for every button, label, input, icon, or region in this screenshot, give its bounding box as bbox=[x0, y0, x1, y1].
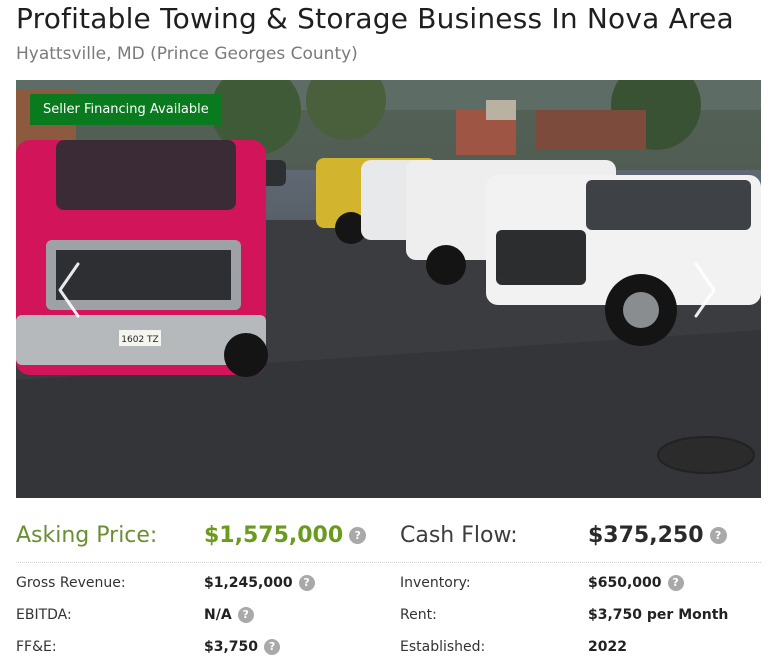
inventory-amount: $650,000 bbox=[588, 575, 662, 591]
ffe-value: $3,750 ? bbox=[204, 639, 281, 655]
chevron-left-icon bbox=[58, 262, 80, 318]
rent-amount: $3,750 per Month bbox=[588, 607, 729, 623]
ffe-label: FF&E: bbox=[16, 639, 57, 655]
photo-gallery[interactable]: 1602 TZ Seller Financing Available bbox=[16, 80, 761, 498]
help-icon[interactable]: ? bbox=[667, 575, 684, 591]
help-icon[interactable]: ? bbox=[709, 527, 727, 544]
ffe-amount: $3,750 bbox=[204, 639, 259, 655]
gross-revenue-value: $1,245,000 ? bbox=[204, 575, 315, 591]
ebitda-amount: N/A bbox=[204, 607, 232, 623]
asking-price-label: Asking Price: bbox=[16, 523, 158, 548]
rent-label: Rent: bbox=[400, 607, 437, 623]
help-icon[interactable]: ? bbox=[349, 527, 367, 544]
listing-location: Hyattsville, MD (Prince Georges County) bbox=[16, 44, 358, 64]
page-title: Profitable Towing & Storage Business In … bbox=[16, 2, 734, 35]
help-icon[interactable]: ? bbox=[237, 607, 254, 623]
established-label: Established: bbox=[400, 639, 486, 655]
cash-flow-amount: $375,250 bbox=[588, 523, 704, 548]
inventory-value: $650,000 ? bbox=[588, 575, 684, 591]
license-plate: 1602 TZ bbox=[121, 335, 158, 345]
ebitda-value: N/A ? bbox=[204, 607, 254, 623]
gallery-next-button[interactable] bbox=[684, 255, 724, 325]
established-value: 2022 bbox=[588, 639, 627, 655]
divider bbox=[16, 562, 761, 563]
asking-price-amount: $1,575,000 bbox=[204, 523, 344, 548]
chevron-right-icon bbox=[694, 262, 716, 318]
seller-financing-badge: Seller Financing Available bbox=[30, 94, 222, 125]
asking-price-value: $1,575,000 ? bbox=[204, 523, 367, 548]
cash-flow-value: $375,250 ? bbox=[588, 523, 727, 548]
gross-revenue-amount: $1,245,000 bbox=[204, 575, 293, 591]
help-icon[interactable]: ? bbox=[298, 575, 315, 591]
gross-revenue-label: Gross Revenue: bbox=[16, 575, 126, 591]
gallery-prev-button[interactable] bbox=[50, 255, 90, 325]
established-year: 2022 bbox=[588, 639, 627, 655]
ebitda-label: EBITDA: bbox=[16, 607, 72, 623]
inventory-label: Inventory: bbox=[400, 575, 471, 591]
listing-photo: 1602 TZ bbox=[16, 80, 761, 498]
rent-value: $3,750 per Month bbox=[588, 607, 728, 623]
cash-flow-label: Cash Flow: bbox=[400, 523, 518, 548]
help-icon[interactable]: ? bbox=[264, 639, 281, 655]
